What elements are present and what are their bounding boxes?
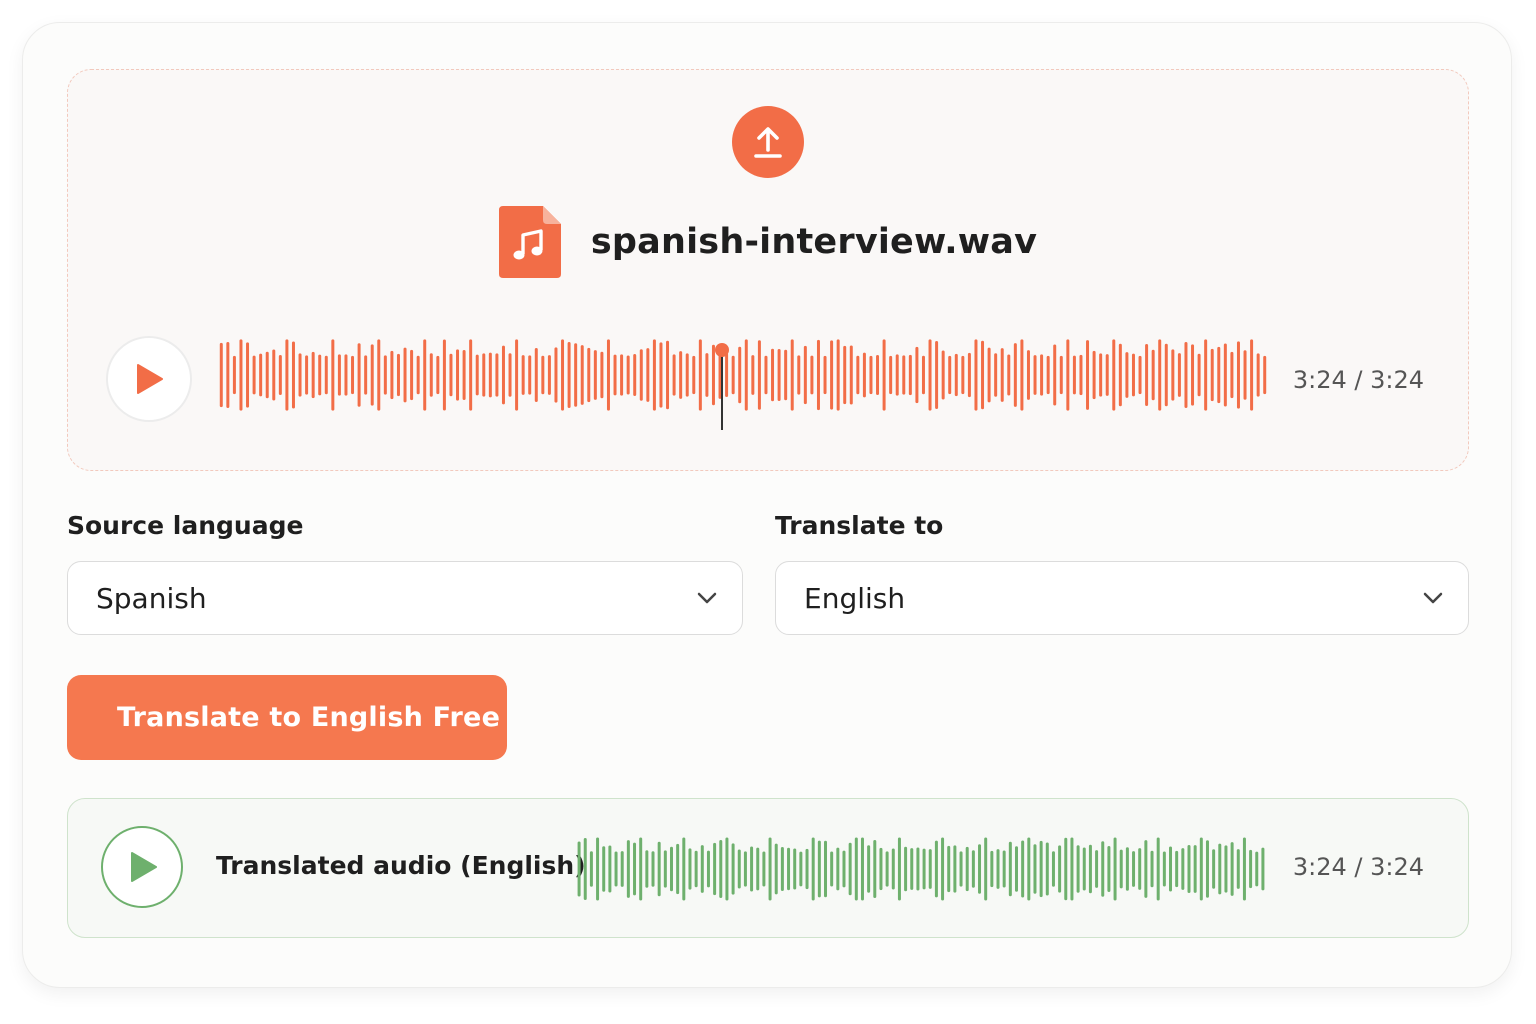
playhead-handle[interactable] [715,343,729,357]
translated-waveform[interactable] [576,829,1266,909]
translated-audio-player: Translated audio (English) 3:24 / 3:24 [67,798,1469,938]
source-language-value: Spanish [96,581,207,615]
chevron-down-icon [1423,592,1443,604]
upload-arrow-icon [754,127,782,158]
translator-card: spanish-interview.wav 3:24 / 3:24 Source… [22,22,1512,988]
play-icon [137,364,163,394]
audio-file-icon [498,206,561,278]
source-language-select[interactable]: Spanish [67,561,743,635]
source-time-display: 3:24 / 3:24 [1292,366,1424,394]
chevron-down-icon [697,592,717,604]
target-language-label: Translate to [775,511,944,540]
play-translated-button[interactable] [101,826,183,908]
play-icon [131,852,157,882]
upload-dropzone[interactable]: spanish-interview.wav 3:24 / 3:24 [67,69,1469,471]
file-name: spanish-interview.wav [590,222,1038,262]
translated-audio-label: Translated audio (English) [216,851,586,880]
target-language-value: English [804,581,906,615]
play-source-button[interactable] [106,336,192,422]
upload-button[interactable] [732,106,804,178]
translate-button[interactable]: Translate to English Free [67,675,507,760]
translated-time-display: 3:24 / 3:24 [1292,853,1424,881]
target-language-select[interactable]: English [775,561,1469,635]
source-waveform[interactable] [218,320,1268,430]
source-language-label: Source language [67,511,304,540]
file-info: spanish-interview.wav [68,206,1468,278]
